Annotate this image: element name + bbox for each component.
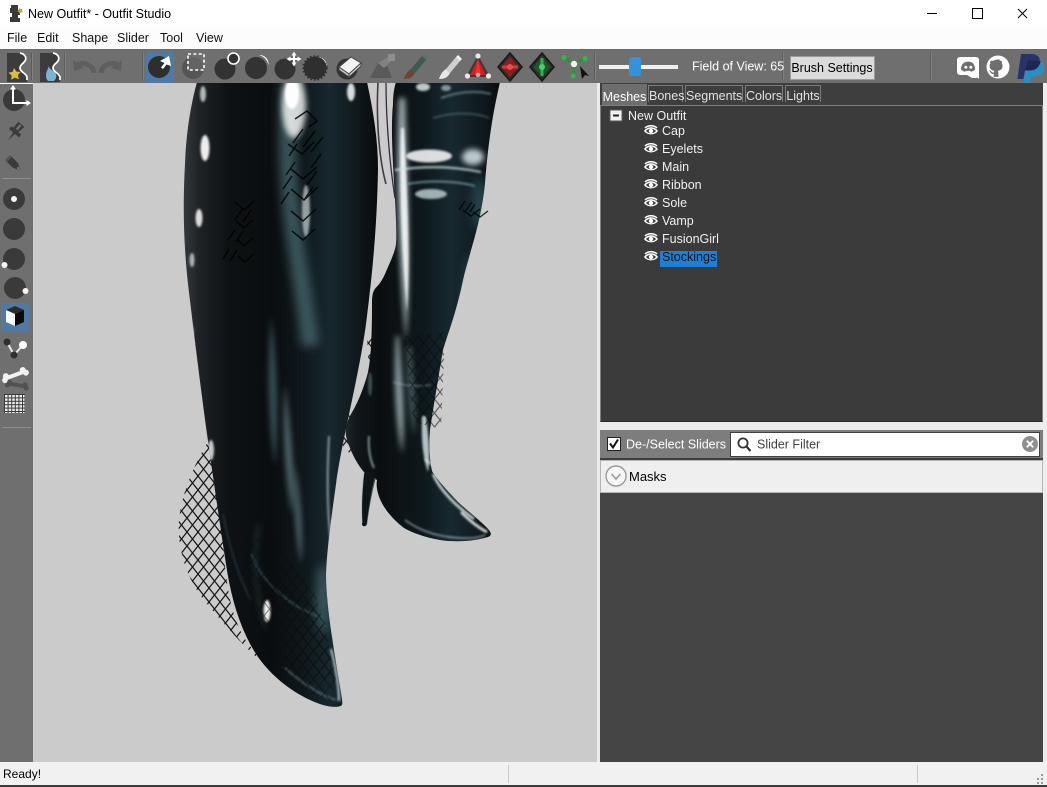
svg-text:Stockings: Stockings: [662, 250, 716, 264]
svg-text:New Outfit: New Outfit: [628, 109, 687, 123]
svg-text:Ribbon: Ribbon: [662, 178, 702, 192]
svg-text:Slider Filter: Slider Filter: [757, 438, 820, 452]
svg-text:Sole: Sole: [662, 196, 687, 210]
svg-text:De-/Select Sliders: De-/Select Sliders: [626, 438, 726, 452]
svg-text:Field of View: 65: Field of View: 65: [692, 60, 784, 74]
svg-text:Cap: Cap: [662, 124, 685, 138]
svg-text:Vamp: Vamp: [662, 214, 694, 228]
svg-text:Main: Main: [662, 160, 689, 174]
svg-text:Brush Settings: Brush Settings: [791, 61, 872, 75]
svg-text:Eyelets: Eyelets: [662, 142, 703, 156]
svg-text:Masks: Masks: [629, 469, 667, 484]
svg-text:FusionGirl: FusionGirl: [662, 232, 719, 246]
